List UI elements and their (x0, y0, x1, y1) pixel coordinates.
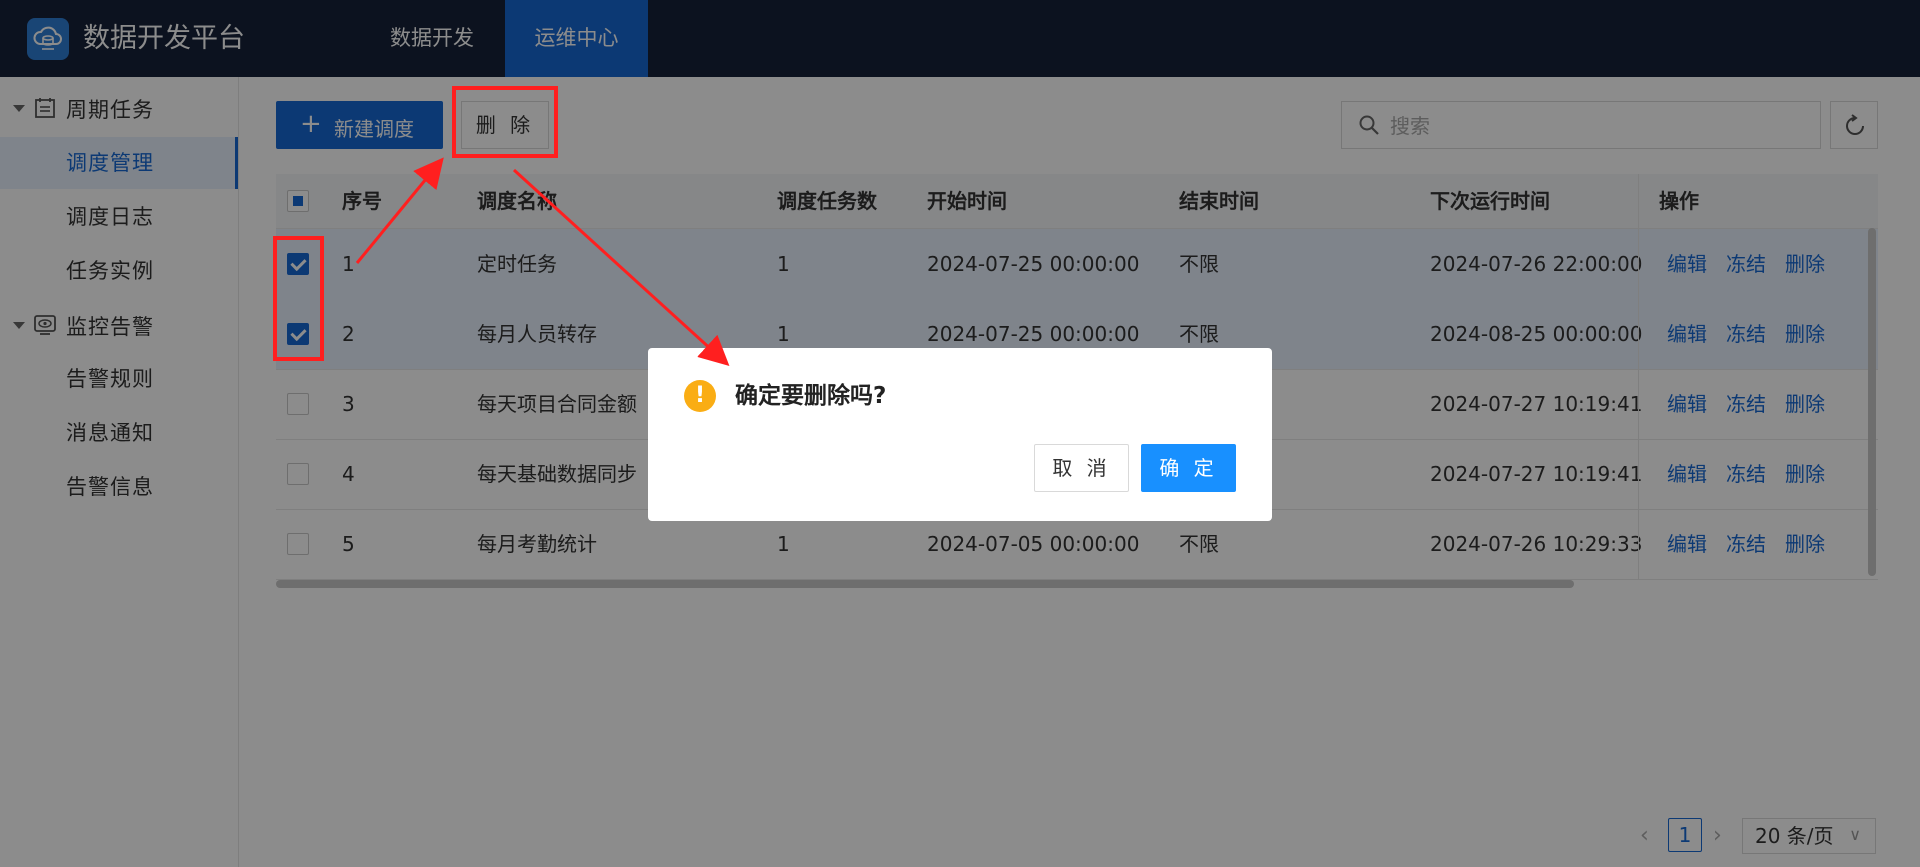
annotation-arrows (355, 157, 730, 367)
arrow-delete-to-dialog (512, 168, 730, 367)
arrow-checkbox-to-delete (355, 157, 444, 264)
